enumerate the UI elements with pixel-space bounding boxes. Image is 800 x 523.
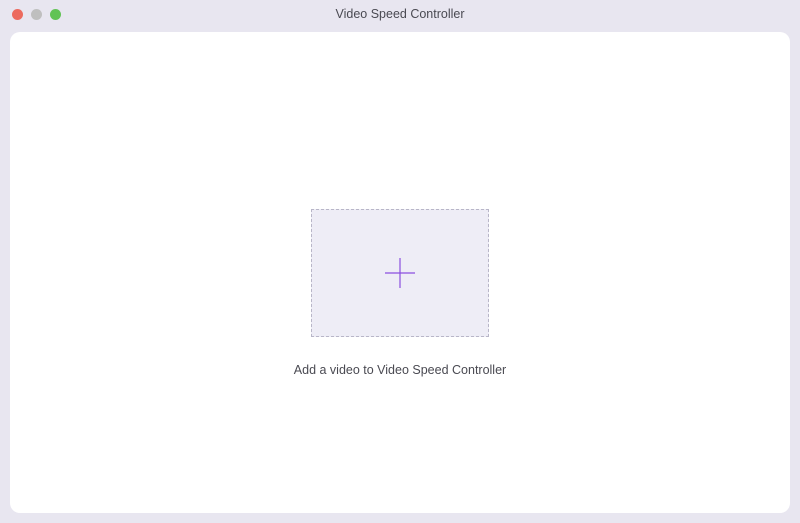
traffic-lights	[12, 9, 61, 20]
window-title: Video Speed Controller	[335, 7, 464, 21]
content-area: Add a video to Video Speed Controller	[10, 32, 790, 513]
close-window-button[interactable]	[12, 9, 23, 20]
add-video-help-text: Add a video to Video Speed Controller	[294, 363, 506, 377]
add-video-dropzone[interactable]	[311, 209, 489, 337]
zoom-window-button[interactable]	[50, 9, 61, 20]
plus-icon	[381, 254, 419, 292]
minimize-window-button[interactable]	[31, 9, 42, 20]
titlebar: Video Speed Controller	[0, 0, 800, 28]
